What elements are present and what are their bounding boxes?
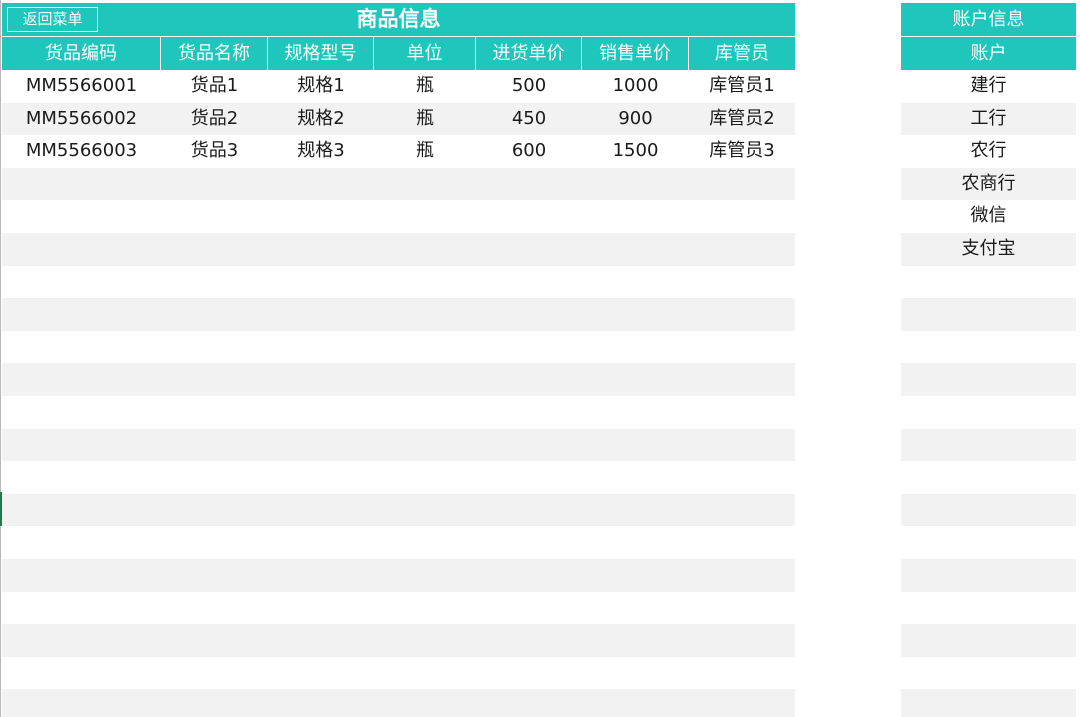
empty-row[interactable] bbox=[901, 298, 1076, 331]
cell-name[interactable]: 货品3 bbox=[161, 135, 268, 168]
empty-row[interactable] bbox=[2, 461, 795, 494]
account-table: 账户信息 账户 建行 工行 农行 农商行 微信 支付宝 bbox=[901, 3, 1076, 717]
empty-row[interactable] bbox=[901, 591, 1076, 625]
empty-row[interactable] bbox=[2, 265, 795, 299]
empty-row[interactable] bbox=[2, 656, 795, 690]
empty-row[interactable] bbox=[2, 624, 795, 657]
cell-sale-price[interactable]: 1000 bbox=[582, 70, 689, 103]
empty-row[interactable] bbox=[901, 624, 1076, 657]
cell-spec[interactable]: 规格1 bbox=[268, 70, 374, 103]
cell-keeper[interactable]: 库管员3 bbox=[689, 135, 795, 168]
goods-title-bar: 返回菜单 商品信息 bbox=[2, 3, 795, 36]
account-item-icbc[interactable]: 工行 bbox=[901, 102, 1076, 136]
empty-row[interactable] bbox=[2, 493, 795, 527]
col-header-code[interactable]: 货品编码 bbox=[2, 37, 161, 70]
empty-row[interactable] bbox=[901, 493, 1076, 527]
cell-spec[interactable]: 规格2 bbox=[268, 103, 374, 136]
account-item-wechat[interactable]: 微信 bbox=[901, 200, 1076, 233]
empty-row[interactable] bbox=[901, 265, 1076, 299]
cell-name[interactable]: 货品1 bbox=[161, 70, 268, 103]
cell-code[interactable]: MM5566002 bbox=[2, 103, 161, 136]
empty-row[interactable] bbox=[901, 395, 1076, 429]
col-header-sale-price[interactable]: 销售单价 bbox=[582, 37, 689, 70]
empty-row[interactable] bbox=[901, 526, 1076, 559]
account-title: 账户信息 bbox=[901, 3, 1076, 36]
empty-row[interactable] bbox=[2, 363, 795, 396]
cell-unit[interactable]: 瓶 bbox=[374, 70, 476, 103]
empty-row[interactable] bbox=[901, 363, 1076, 396]
spreadsheet-sheet: 返回菜单 商品信息 货品编码 货品名称 规格型号 单位 进货单价 销售单价 库管… bbox=[0, 0, 1080, 717]
table-row: MM5566001 货品1 规格1 瓶 500 1000 库管员1 bbox=[2, 70, 795, 103]
cell-code[interactable]: MM5566001 bbox=[2, 70, 161, 103]
goods-title: 商品信息 bbox=[356, 7, 441, 31]
account-item-alipay[interactable]: 支付宝 bbox=[901, 232, 1076, 266]
goods-column-headers: 货品编码 货品名称 规格型号 单位 进货单价 销售单价 库管员 bbox=[2, 37, 795, 70]
cell-purchase-price[interactable]: 450 bbox=[476, 103, 582, 136]
col-header-keeper[interactable]: 库管员 bbox=[689, 37, 795, 70]
account-item-abc[interactable]: 农行 bbox=[901, 135, 1076, 168]
empty-row[interactable] bbox=[2, 395, 795, 429]
cell-code[interactable]: MM5566003 bbox=[2, 135, 161, 168]
cell-sale-price[interactable]: 900 bbox=[582, 103, 689, 136]
empty-row[interactable] bbox=[901, 428, 1076, 462]
empty-row[interactable] bbox=[2, 428, 795, 462]
col-header-spec[interactable]: 规格型号 bbox=[268, 37, 374, 70]
empty-row[interactable] bbox=[901, 330, 1076, 364]
table-row: MM5566003 货品3 规格3 瓶 600 1500 库管员3 bbox=[2, 135, 795, 168]
cell-unit[interactable]: 瓶 bbox=[374, 103, 476, 136]
goods-table: 返回菜单 商品信息 货品编码 货品名称 规格型号 单位 进货单价 销售单价 库管… bbox=[2, 3, 795, 717]
empty-row[interactable] bbox=[2, 526, 795, 559]
empty-row[interactable] bbox=[901, 461, 1076, 494]
empty-row[interactable] bbox=[2, 689, 795, 717]
empty-row[interactable] bbox=[901, 689, 1076, 717]
empty-row[interactable] bbox=[2, 200, 795, 233]
cell-name[interactable]: 货品2 bbox=[161, 103, 268, 136]
account-item-ccb[interactable]: 建行 bbox=[901, 70, 1076, 103]
cell-purchase-price[interactable]: 500 bbox=[476, 70, 582, 103]
cell-spec[interactable]: 规格3 bbox=[268, 135, 374, 168]
empty-row[interactable] bbox=[2, 298, 795, 331]
col-header-name[interactable]: 货品名称 bbox=[161, 37, 268, 70]
empty-row[interactable] bbox=[2, 167, 795, 201]
empty-row[interactable] bbox=[2, 330, 795, 364]
goods-table-body: MM5566001 货品1 规格1 瓶 500 1000 库管员1 MM5566… bbox=[2, 70, 795, 717]
cell-keeper[interactable]: 库管员2 bbox=[689, 103, 795, 136]
col-header-account[interactable]: 账户 bbox=[901, 37, 1076, 70]
table-row: MM5566002 货品2 规格2 瓶 450 900 库管员2 bbox=[2, 102, 795, 136]
sheet-left-border bbox=[0, 0, 1, 717]
cell-keeper[interactable]: 库管员1 bbox=[689, 70, 795, 103]
account-table-body: 建行 工行 农行 农商行 微信 支付宝 bbox=[901, 70, 1076, 717]
empty-row[interactable] bbox=[901, 558, 1076, 592]
col-header-purchase-price[interactable]: 进货单价 bbox=[476, 37, 582, 70]
cell-purchase-price[interactable]: 600 bbox=[476, 135, 582, 168]
back-to-menu-button[interactable]: 返回菜单 bbox=[7, 7, 98, 32]
empty-row[interactable] bbox=[2, 591, 795, 625]
col-header-unit[interactable]: 单位 bbox=[374, 37, 476, 70]
empty-row[interactable] bbox=[2, 558, 795, 592]
account-item-rural-commercial[interactable]: 农商行 bbox=[901, 167, 1076, 201]
empty-row[interactable] bbox=[901, 656, 1076, 690]
cell-sale-price[interactable]: 1500 bbox=[582, 135, 689, 168]
empty-row[interactable] bbox=[2, 232, 795, 266]
cell-unit[interactable]: 瓶 bbox=[374, 135, 476, 168]
